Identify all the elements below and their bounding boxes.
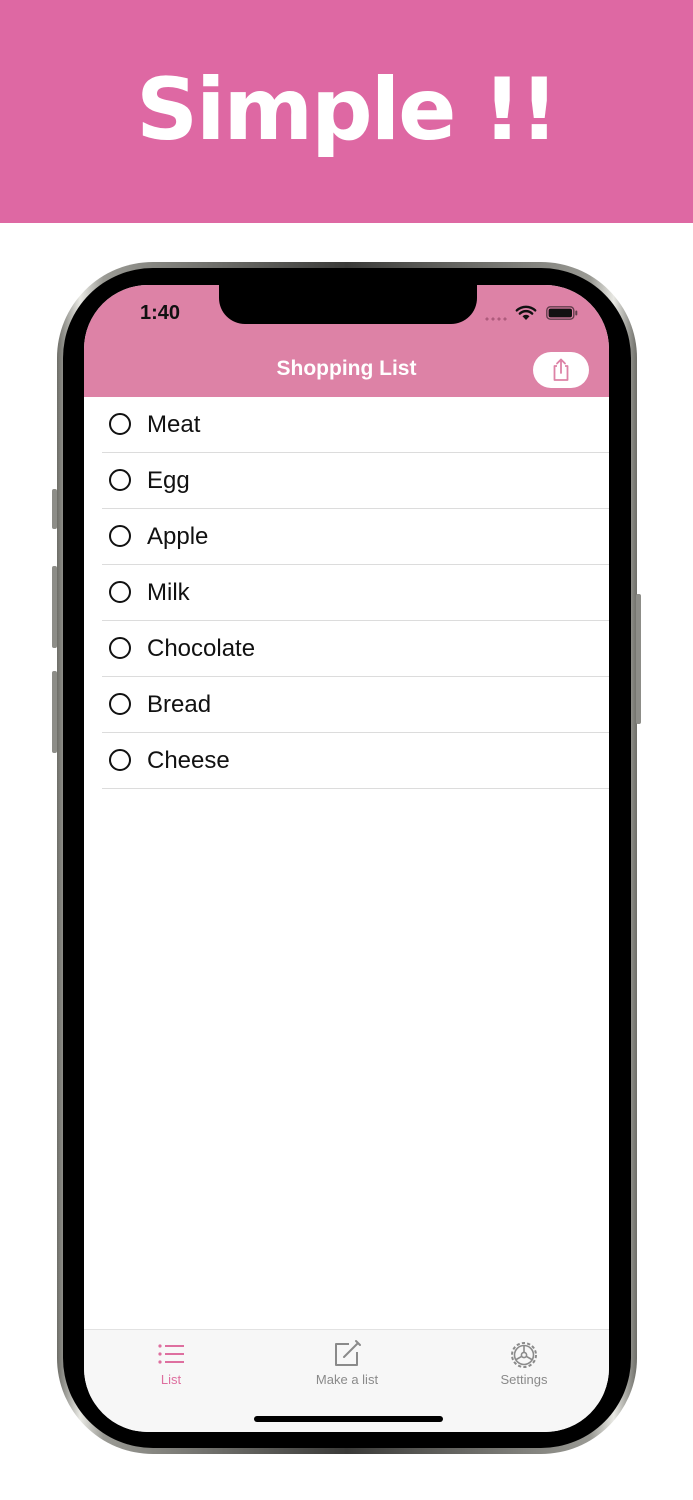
tab-make-a-list[interactable]: Make a list	[277, 1338, 417, 1387]
list-item[interactable]: Milk	[102, 565, 609, 621]
notch	[219, 285, 477, 324]
mute-switch	[52, 489, 57, 529]
list-item[interactable]: Egg	[102, 453, 609, 509]
radio-unchecked-icon[interactable]	[109, 413, 131, 435]
battery-icon	[546, 306, 578, 320]
item-label: Bread	[147, 691, 212, 718]
item-label: Milk	[147, 579, 190, 606]
radio-unchecked-icon[interactable]	[109, 581, 131, 603]
list-item[interactable]: Cheese	[102, 733, 609, 789]
radio-unchecked-icon[interactable]	[109, 693, 131, 715]
item-label: Chocolate	[147, 635, 256, 662]
radio-unchecked-icon[interactable]	[109, 469, 131, 491]
signal-dots-icon	[484, 317, 508, 321]
share-button[interactable]	[533, 352, 589, 388]
promo-banner: Simple !!	[0, 0, 693, 223]
tab-label: Make a list	[315, 1372, 379, 1387]
list-item[interactable]: Chocolate	[102, 621, 609, 677]
list-icon	[158, 1344, 184, 1364]
page-title: Shopping List	[276, 357, 417, 380]
banner-title: Simple !!	[136, 59, 559, 160]
gear-icon	[511, 1342, 537, 1368]
tab-settings[interactable]: Settings	[454, 1338, 594, 1387]
radio-unchecked-icon[interactable]	[109, 749, 131, 771]
radio-unchecked-icon[interactable]	[109, 637, 131, 659]
item-label: Cheese	[147, 747, 230, 774]
item-label: Apple	[147, 523, 209, 550]
tab-list[interactable]: List	[101, 1338, 241, 1387]
shopping-list: Meat Egg Apple Milk Chocolate Bread Chee…	[84, 397, 609, 789]
tab-label: List	[160, 1372, 182, 1387]
status-time: 1:40	[140, 302, 181, 324]
power-button	[636, 594, 641, 724]
list-item[interactable]: Bread	[102, 677, 609, 733]
share-icon	[553, 358, 569, 381]
home-indicator	[254, 1416, 443, 1422]
list-item[interactable]: Meat	[102, 397, 609, 453]
tab-label: Settings	[500, 1372, 548, 1387]
volume-down-button	[52, 671, 57, 753]
item-label: Meat	[147, 411, 201, 438]
volume-up-button	[52, 566, 57, 648]
wifi-icon	[515, 305, 537, 320]
navigation-bar: 1:40 Shopping List	[84, 285, 609, 397]
radio-unchecked-icon[interactable]	[109, 525, 131, 547]
phone-screen: 1:40 Shopping List Meat Egg Apple Milk C…	[84, 285, 609, 1432]
compose-icon	[335, 1340, 361, 1366]
item-label: Egg	[147, 467, 190, 494]
list-item[interactable]: Apple	[102, 509, 609, 565]
